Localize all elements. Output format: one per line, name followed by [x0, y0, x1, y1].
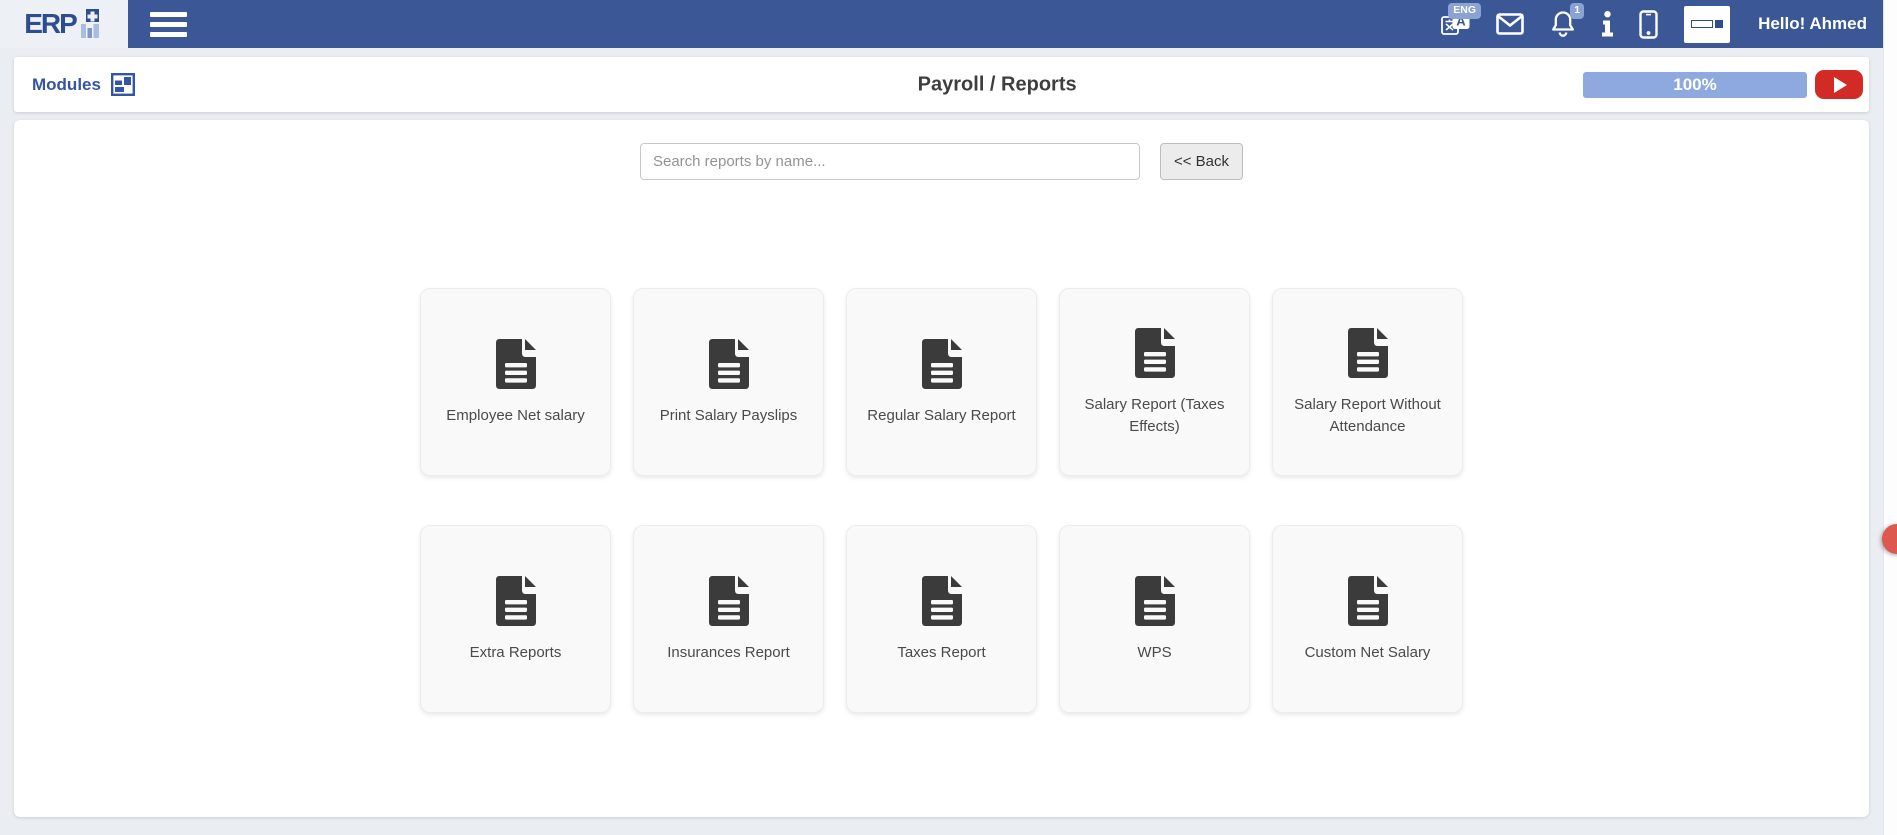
report-card-label: Salary Report (Taxes Effects) [1070, 394, 1239, 438]
report-card[interactable]: Extra Reports [420, 525, 611, 713]
document-icon [494, 338, 538, 390]
report-card-label: Salary Report Without Attendance [1283, 394, 1452, 438]
messages-button[interactable] [1496, 0, 1524, 48]
document-icon [920, 575, 964, 627]
report-card[interactable]: Insurances Report [633, 525, 824, 713]
document-icon [1133, 327, 1177, 379]
content-panel: << Back Employee Net salary Print Salary… [14, 120, 1869, 817]
info-button[interactable] [1602, 0, 1613, 48]
modules-grid-icon [111, 73, 135, 96]
document-icon [494, 575, 538, 627]
user-greeting: Hello! Ahmed [1758, 14, 1867, 34]
report-card-label: Taxes Report [897, 642, 985, 664]
menu-icon [150, 12, 187, 17]
report-card-label: Print Salary Payslips [660, 405, 798, 427]
scrollbar[interactable] [1883, 0, 1897, 835]
play-icon [1834, 77, 1847, 93]
report-card[interactable]: Employee Net salary [420, 288, 611, 476]
report-card-label: Employee Net salary [446, 405, 584, 427]
report-card[interactable]: Salary Report Without Attendance [1272, 288, 1463, 476]
top-navbar: ERP ENG A [0, 0, 1883, 48]
subheader-controls: 100% [1583, 70, 1869, 99]
page: ERP ENG A [0, 0, 1897, 835]
mobile-app-button[interactable] [1639, 0, 1658, 48]
report-card-label: WPS [1137, 642, 1171, 664]
info-icon [1602, 11, 1613, 37]
document-icon [707, 575, 751, 627]
avatar[interactable] [1684, 6, 1730, 43]
report-card[interactable]: WPS [1059, 525, 1250, 713]
back-button[interactable]: << Back [1160, 143, 1243, 180]
notification-badge: 1 [1570, 3, 1584, 19]
search-row: << Back [14, 120, 1869, 180]
language-badge: ENG [1448, 3, 1481, 19]
erp-building-icon [80, 9, 104, 39]
search-input[interactable] [640, 143, 1140, 180]
notifications-button[interactable]: 1 [1550, 0, 1576, 48]
avatar-logo [1691, 20, 1713, 28]
modules-button[interactable]: Modules [32, 73, 135, 96]
progress-bar: 100% [1583, 72, 1807, 98]
subheader-bar: Modules Payroll / Reports 100% [14, 57, 1869, 112]
video-tutorial-button[interactable] [1815, 70, 1863, 99]
document-icon [920, 338, 964, 390]
report-card[interactable]: Taxes Report [846, 525, 1037, 713]
report-card[interactable]: Print Salary Payslips [633, 288, 824, 476]
progress-value: 100% [1673, 75, 1716, 95]
language-switcher[interactable]: ENG A [1441, 0, 1470, 48]
reports-grid: Employee Net salary Print Salary Payslip… [420, 288, 1463, 713]
document-icon [1133, 575, 1177, 627]
report-card-label: Regular Salary Report [867, 405, 1015, 427]
report-card-label: Custom Net Salary [1305, 642, 1431, 664]
erp-logo[interactable]: ERP [0, 0, 128, 48]
report-card-label: Extra Reports [470, 642, 562, 664]
mail-icon [1496, 13, 1524, 35]
mobile-icon [1639, 10, 1658, 39]
erp-logo-text: ERP [24, 10, 76, 38]
navbar-actions: ENG A 1 [1441, 0, 1883, 48]
report-card[interactable]: Custom Net Salary [1272, 525, 1463, 713]
report-card-label: Insurances Report [667, 642, 790, 664]
document-icon [1346, 575, 1390, 627]
modules-label: Modules [32, 75, 101, 95]
page-title: Payroll / Reports [918, 73, 1077, 96]
report-card[interactable]: Regular Salary Report [846, 288, 1037, 476]
report-card[interactable]: Salary Report (Taxes Effects) [1059, 288, 1250, 476]
document-icon [707, 338, 751, 390]
menu-toggle-button[interactable] [150, 12, 187, 37]
document-icon [1346, 327, 1390, 379]
